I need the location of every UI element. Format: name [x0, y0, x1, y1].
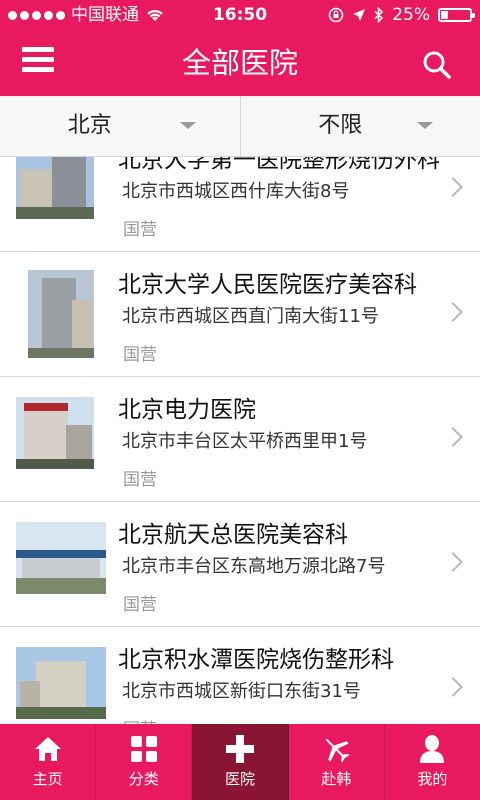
tab-category[interactable]: 分类 — [96, 724, 193, 800]
hospital-address: 北京市西城区新街口东街31号 — [122, 681, 361, 702]
tab-mine[interactable]: 我的 — [385, 724, 480, 800]
hospital-name: 北京大学第一医院整形烧伤外科 — [118, 157, 440, 173]
list-item[interactable]: 北京大学第一医院整形烧伤外科 北京市西城区西什库大街8号 国营 — [0, 157, 480, 252]
home-icon — [34, 737, 61, 761]
chevron-right-icon — [443, 677, 463, 697]
tab-korea[interactable]: 赴韩 — [289, 724, 385, 800]
hospital-type: 国营 — [123, 470, 157, 490]
hospital-address: 北京市丰台区东高地万源北路7号 — [122, 556, 386, 577]
list-item[interactable]: 北京航天总医院美容科 北京市丰台区东高地万源北路7号 国营 — [0, 502, 480, 627]
hospital-type: 国营 — [123, 220, 157, 240]
hospital-type: 国营 — [123, 715, 157, 724]
city-filter-label: 北京 — [67, 113, 112, 138]
list-item[interactable]: 北京积水潭医院烧伤整形科 北京市西城区新街口东街31号 国营 — [0, 627, 480, 724]
chevron-right-icon — [443, 427, 463, 447]
hospital-list[interactable]: 北京大学第一医院整形烧伤外科 北京市西城区西什库大街8号 国营 北京大学人民医院… — [0, 157, 480, 724]
chevron-right-icon — [443, 177, 463, 197]
filter-bar: 北京 不限 — [0, 96, 480, 157]
plus-icon — [226, 735, 254, 763]
status-right: 25% — [328, 0, 475, 30]
location-icon — [353, 9, 366, 21]
hospital-photo — [16, 522, 106, 594]
hospital-photo — [16, 647, 106, 719]
list-item[interactable]: 北京电力医院 北京市丰台区太平桥西里甲1号 国营 — [0, 377, 480, 502]
grid-icon — [130, 736, 157, 762]
hospital-name: 北京电力医院 — [118, 397, 256, 423]
hospital-photo — [28, 270, 94, 358]
search-icon — [423, 51, 451, 79]
hospital-type: 国营 — [123, 345, 157, 365]
battery-percent: 25% — [392, 5, 430, 25]
hospital-name: 北京航天总医院美容科 — [118, 522, 348, 548]
chevron-right-icon — [443, 302, 463, 322]
hospital-address: 北京市西城区西直门南大街11号 — [122, 306, 379, 327]
type-filter-label: 不限 — [318, 113, 363, 138]
hospital-name: 北京大学人民医院医疗美容科 — [118, 272, 417, 298]
hospital-address: 北京市西城区西什库大街8号 — [122, 181, 350, 202]
hospital-address: 北京市丰台区太平桥西里甲1号 — [122, 431, 368, 452]
status-bar: 中国联通 16:50 25% — [0, 0, 480, 30]
tab-label: 分类 — [128, 770, 159, 788]
tab-label: 主页 — [32, 770, 63, 788]
hospital-photo — [16, 397, 94, 469]
tab-label: 我的 — [417, 770, 448, 788]
bluetooth-icon — [374, 7, 384, 23]
page-title: 全部医院 — [181, 46, 298, 80]
list-item[interactable]: 北京大学人民医院医疗美容科 北京市西城区西直门南大街11号 国营 — [0, 252, 480, 377]
rotation-lock-icon — [328, 7, 344, 23]
chevron-down-icon — [180, 122, 196, 129]
tab-hospital[interactable]: 医院 — [192, 724, 289, 800]
chevron-down-icon — [416, 122, 433, 129]
hospital-type: 国营 — [123, 595, 157, 615]
app-header: 全部医院 — [0, 30, 480, 96]
hospital-name: 北京积水潭医院烧伤整形科 — [118, 647, 394, 673]
tab-label: 赴韩 — [321, 770, 352, 788]
city-filter[interactable]: 北京 — [0, 96, 240, 156]
airplane-icon — [326, 738, 350, 763]
hospital-photo — [16, 157, 94, 219]
tab-label: 医院 — [225, 770, 256, 788]
battery-icon — [438, 8, 475, 22]
tab-home[interactable]: 主页 — [0, 724, 97, 800]
type-filter[interactable]: 不限 — [239, 96, 480, 156]
search-button[interactable] — [422, 50, 452, 80]
tab-bar: 主页 分类 医院 赴韩 我的 — [0, 724, 480, 800]
chevron-right-icon — [443, 552, 463, 572]
user-icon — [420, 735, 445, 763]
